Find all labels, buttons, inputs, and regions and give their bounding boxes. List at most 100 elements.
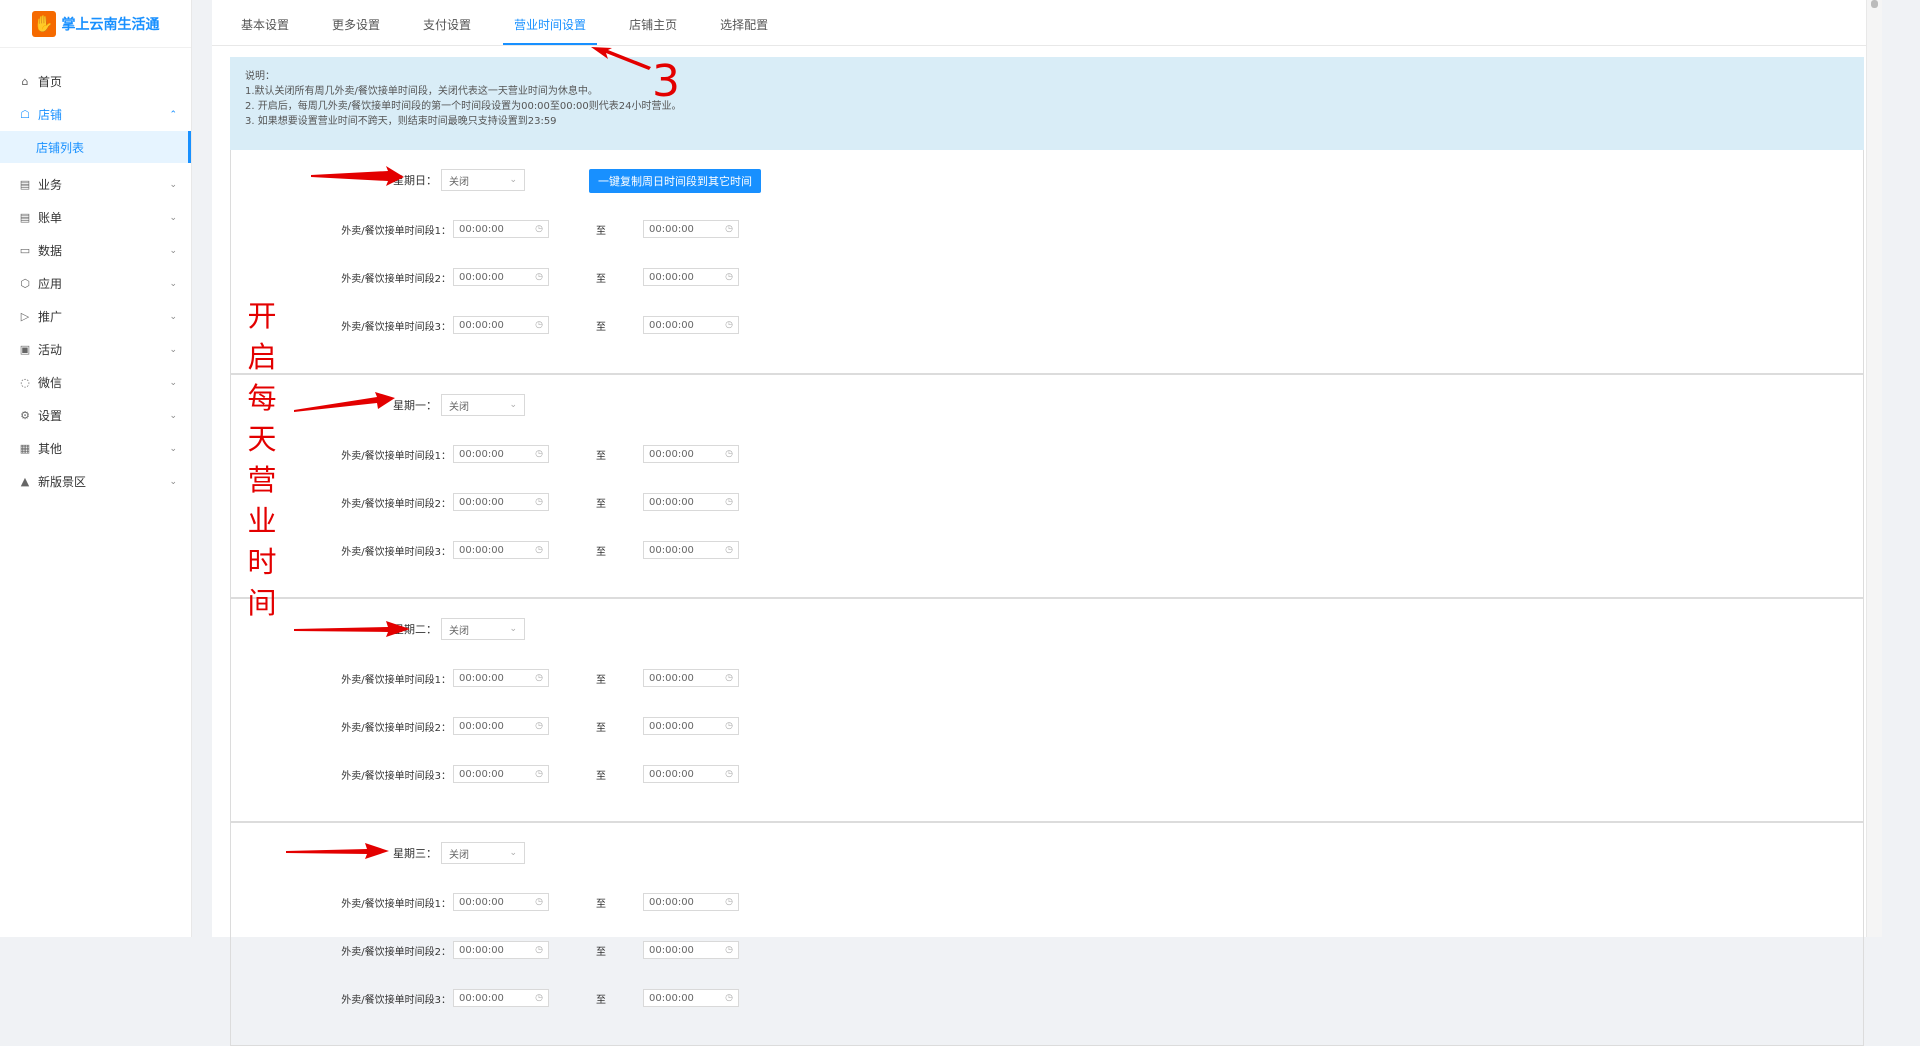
slot-row: 外卖/餐饮接单时间段3： 00:00:00 ◷ 至 00:00:00 ◷ [231, 765, 739, 783]
slot-start-time-input[interactable]: 00:00:00 ◷ [453, 493, 549, 511]
slot-row: 外卖/餐饮接单时间段2： 00:00:00 ◷ 至 00:00:00 ◷ [231, 268, 739, 286]
chevron-icon: ⌄ [169, 377, 177, 388]
clock-icon: ◷ [535, 721, 543, 731]
slot-start-time-input[interactable]: 00:00:00 ◷ [453, 669, 549, 687]
slot-end-time-input[interactable]: 00:00:00 ◷ [643, 541, 739, 559]
tab-3[interactable]: 营业时间设置 [503, 16, 598, 45]
slot-end-time-input[interactable]: 00:00:00 ◷ [643, 941, 739, 959]
slot-start-time-input[interactable]: 00:00:00 ◷ [453, 765, 549, 783]
day-status-select[interactable]: 关闭 ⌄ [441, 842, 525, 864]
sidebar-item-0[interactable]: ⌂ 首页 [0, 65, 191, 98]
sidebar-item-2[interactable]: ▤ 业务 ⌄ [0, 168, 191, 201]
chevron-icon: ⌃ [169, 109, 177, 120]
annotation-char: 天 [247, 422, 277, 456]
slot-start-time-input[interactable]: 00:00:00 ◷ [453, 989, 549, 1007]
sidebar-subitem-store-list[interactable]: 店铺列表 [0, 131, 191, 163]
time-value: 00:00:00 [649, 896, 694, 908]
day-label: 星期二： [393, 623, 437, 636]
slot-end-time-input[interactable]: 00:00:00 ◷ [643, 493, 739, 511]
sidebar-item-5[interactable]: ⬡ 应用 ⌄ [0, 267, 191, 300]
notice-title: 说明： [245, 71, 275, 82]
to-label: 至 [596, 498, 606, 510]
clock-icon: ◷ [535, 673, 543, 683]
time-value: 00:00:00 [649, 544, 694, 556]
time-value: 00:00:00 [649, 448, 694, 460]
scrollbar-thumb[interactable] [1871, 0, 1878, 8]
clock-icon: ◷ [725, 993, 733, 1003]
sidebar-menu: ⌂ 首页 ☖ 店铺 ⌃ 店铺列表 ▤ 业务 ⌄ ▤ 账单 ⌄ ▭ 数据 ⌄ ⬡ 应用 ⌄ ▷ 推广 ⌄ ▣ 活动 ⌄ ◌ 微信 ⌄ ⚙… [0, 65, 191, 498]
slot-start-time-input[interactable]: 00:00:00 ◷ [453, 268, 549, 286]
tab-2[interactable]: 支付设置 [412, 16, 482, 45]
day-panel: 星期二： 关闭 ⌄ 外卖/餐饮接单时间段1： 00:00:00 ◷ 至 00:00:00 ◷ 外卖… [230, 598, 1864, 822]
slot-start-time-input[interactable]: 00:00:00 ◷ [453, 445, 549, 463]
clock-icon: ◷ [725, 272, 733, 282]
slot-row: 外卖/餐饮接单时间段2： 00:00:00 ◷ 至 00:00:00 ◷ [231, 941, 739, 959]
clock-icon: ◷ [535, 449, 543, 459]
slot-end-time-input[interactable]: 00:00:00 ◷ [643, 765, 739, 783]
slot-end-time-input[interactable]: 00:00:00 ◷ [643, 989, 739, 1007]
slot-label: 外卖/餐饮接单时间段1： [341, 898, 451, 910]
annotation-char: 营 [247, 463, 277, 497]
sidebar-item-10[interactable]: ▦ 其他 ⌄ [0, 432, 191, 465]
clock-icon: ◷ [725, 449, 733, 459]
slot-row: 外卖/餐饮接单时间段3： 00:00:00 ◷ 至 00:00:00 ◷ [231, 316, 739, 334]
day-status-select[interactable]: 关闭 ⌄ [441, 169, 525, 191]
slot-start-time-input[interactable]: 00:00:00 ◷ [453, 220, 549, 238]
tab-4[interactable]: 店铺主页 [618, 16, 688, 45]
chevron-icon: ⌄ [169, 344, 177, 355]
chevron-down-icon: ⌄ [509, 400, 517, 410]
sidebar-item-6[interactable]: ▷ 推广 ⌄ [0, 300, 191, 333]
chevron-icon: ⌄ [169, 443, 177, 454]
notice-line-1: 1.默认关闭所有周几外卖/餐饮接单时间段，关闭代表这一天营业时间为休息中。 [245, 86, 598, 97]
sidebar-item-11[interactable]: ▲ 新版景区 ⌄ [0, 465, 191, 498]
copy-sunday-button[interactable]: 一键复制周日时间段到其它时间 [589, 169, 761, 193]
day-panels: 星期日： 关闭 ⌄ 一键复制周日时间段到其它时间 外卖/餐饮接单时间段1： 00:00:0… [212, 150, 1882, 1046]
to-label: 至 [596, 225, 606, 237]
clock-icon: ◷ [535, 272, 543, 282]
slot-start-time-input[interactable]: 00:00:00 ◷ [453, 541, 549, 559]
megaphone-icon: ▷ [20, 310, 30, 323]
day-label: 星期三： [393, 847, 437, 860]
slot-start-time-input[interactable]: 00:00:00 ◷ [453, 893, 549, 911]
slot-start-time-input[interactable]: 00:00:00 ◷ [453, 316, 549, 334]
day-status-select[interactable]: 关闭 ⌄ [441, 618, 525, 640]
slot-end-time-input[interactable]: 00:00:00 ◷ [643, 717, 739, 735]
time-value: 00:00:00 [459, 672, 504, 684]
slot-end-time-input[interactable]: 00:00:00 ◷ [643, 445, 739, 463]
time-value: 00:00:00 [649, 271, 694, 283]
sidebar-item-label: 其他 [38, 442, 63, 456]
tab-1[interactable]: 更多设置 [321, 16, 391, 45]
scrollbar[interactable] [1866, 0, 1882, 937]
slot-row: 外卖/餐饮接单时间段1： 00:00:00 ◷ 至 00:00:00 ◷ [231, 669, 739, 687]
slot-end-time-input[interactable]: 00:00:00 ◷ [643, 893, 739, 911]
brand-logo[interactable]: ✋ 掌上云南生活通 [0, 0, 191, 48]
sidebar-item-3[interactable]: ▤ 账单 ⌄ [0, 201, 191, 234]
annotation-char: 开 [247, 299, 277, 333]
chevron-icon: ⌄ [169, 245, 177, 256]
sidebar-item-label: 微信 [38, 376, 63, 390]
clock-icon: ◷ [535, 769, 543, 779]
slot-end-time-input[interactable]: 00:00:00 ◷ [643, 316, 739, 334]
sidebar-item-7[interactable]: ▣ 活动 ⌄ [0, 333, 191, 366]
slot-end-time-input[interactable]: 00:00:00 ◷ [643, 268, 739, 286]
tab-5[interactable]: 选择配置 [709, 16, 779, 45]
sidebar-item-8[interactable]: ◌ 微信 ⌄ [0, 366, 191, 399]
tab-0[interactable]: 基本设置 [230, 16, 300, 45]
slot-label: 外卖/餐饮接单时间段3： [341, 770, 451, 782]
store-icon: ☖ [20, 108, 30, 121]
sidebar-item-4[interactable]: ▭ 数据 ⌄ [0, 234, 191, 267]
sidebar-item-label: 设置 [38, 409, 63, 423]
scenic-icon: ▲ [20, 475, 30, 488]
time-value: 00:00:00 [649, 992, 694, 1004]
slot-start-time-input[interactable]: 00:00:00 ◷ [453, 941, 549, 959]
slot-end-time-input[interactable]: 00:00:00 ◷ [643, 220, 739, 238]
slot-start-time-input[interactable]: 00:00:00 ◷ [453, 717, 549, 735]
slot-end-time-input[interactable]: 00:00:00 ◷ [643, 669, 739, 687]
notice-box: 说明： 1.默认关闭所有周几外卖/餐饮接单时间段，关闭代表这一天营业时间为休息中… [230, 57, 1864, 150]
sidebar-item-1[interactable]: ☖ 店铺 ⌃ [0, 98, 191, 131]
sidebar-item-9[interactable]: ⚙ 设置 ⌄ [0, 399, 191, 432]
time-value: 00:00:00 [649, 720, 694, 732]
day-status-select[interactable]: 关闭 ⌄ [441, 394, 525, 416]
day-panel: 星期日： 关闭 ⌄ 一键复制周日时间段到其它时间 外卖/餐饮接单时间段1： 00:00:0… [230, 150, 1864, 374]
day-row: 星期二： 关闭 ⌄ [337, 618, 525, 640]
